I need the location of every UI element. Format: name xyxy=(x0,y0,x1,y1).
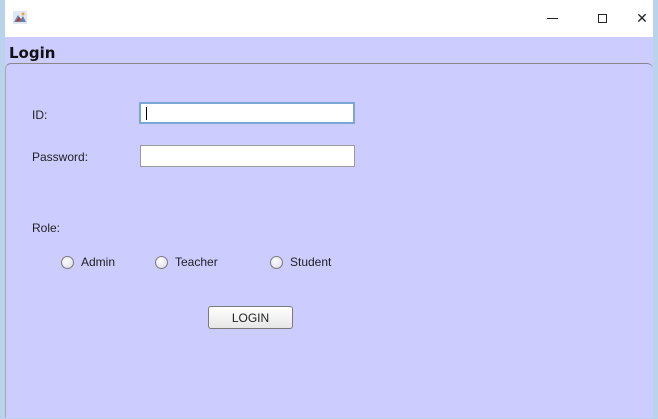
frame-title-band xyxy=(5,37,653,66)
role-label: Role: xyxy=(32,221,61,235)
password-label: Password: xyxy=(32,150,89,164)
maximize-button[interactable] xyxy=(583,0,621,37)
id-field[interactable] xyxy=(139,102,355,124)
text-caret xyxy=(146,107,147,120)
password-field[interactable] xyxy=(140,145,355,167)
role-radio-label: Admin xyxy=(81,255,116,269)
radio-button-icon[interactable] xyxy=(155,255,168,269)
role-radio-admin[interactable]: Admin xyxy=(61,255,115,269)
role-radio-teacher[interactable]: Teacher xyxy=(155,255,218,269)
minimize-icon xyxy=(546,18,558,19)
login-window: ✕ Login ID: Password: Role: Admin Teache… xyxy=(0,0,658,419)
login-form-panel: ID: Password: Role: Admin Teacher Studen… xyxy=(5,63,653,418)
login-button[interactable]: LOGIN xyxy=(208,306,293,329)
radio-button-icon[interactable] xyxy=(270,255,283,269)
frame-title: Login xyxy=(9,44,56,62)
radio-button-icon[interactable] xyxy=(61,255,74,269)
java-app-icon xyxy=(13,11,27,24)
close-icon: ✕ xyxy=(636,10,648,26)
role-radio-label: Student xyxy=(290,255,332,269)
maximize-icon xyxy=(597,14,607,23)
close-button[interactable]: ✕ xyxy=(623,0,658,37)
id-label: ID: xyxy=(32,108,48,122)
window-titlebar[interactable]: ✕ xyxy=(5,0,653,37)
role-radio-label: Teacher xyxy=(175,255,218,269)
minimize-button[interactable] xyxy=(533,0,571,37)
role-radio-student[interactable]: Student xyxy=(270,255,331,269)
